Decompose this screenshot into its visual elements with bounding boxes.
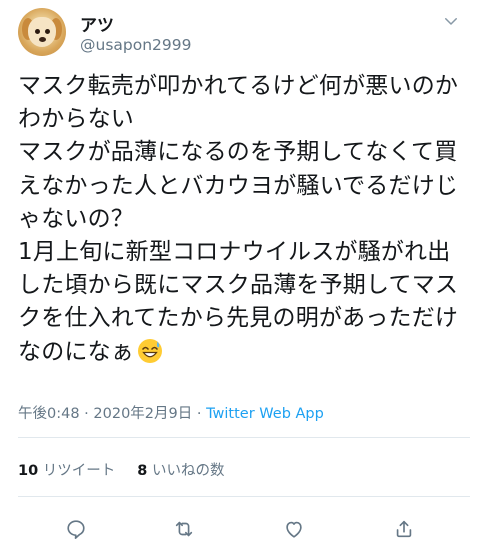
reply-icon[interactable] bbox=[59, 512, 93, 546]
tweet-meta: 午後0:48 · 2020年2月9日 · Twitter Web App bbox=[18, 402, 324, 423]
retweets-stat[interactable]: 10 リツイート bbox=[18, 463, 115, 479]
retweets-label: リツイート bbox=[42, 463, 116, 479]
divider bbox=[18, 437, 470, 438]
likes-stat[interactable]: 8 いいねの数 bbox=[137, 463, 224, 479]
timestamp[interactable]: 午後0:48 · 2020年2月9日 · bbox=[18, 406, 206, 422]
like-icon[interactable] bbox=[277, 512, 311, 546]
retweet-icon[interactable] bbox=[167, 512, 201, 546]
likes-label: いいねの数 bbox=[152, 463, 225, 479]
tweet-body: マスク転売が叩かれてるけど何が悪いのかわからない マスクが品薄になるのを予期して… bbox=[18, 73, 459, 365]
chevron-down-icon[interactable] bbox=[442, 12, 460, 30]
user-handle[interactable]: @usapon2999 bbox=[80, 36, 192, 54]
likes-count: 8 bbox=[137, 463, 148, 479]
tweet-stats: 10 リツイート 8 いいねの数 bbox=[18, 459, 225, 480]
divider bbox=[18, 496, 470, 497]
retweets-count: 10 bbox=[18, 463, 39, 479]
avatar[interactable] bbox=[18, 8, 66, 56]
action-bar bbox=[0, 512, 480, 546]
sweat-smile-emoji bbox=[137, 338, 163, 364]
share-icon[interactable] bbox=[387, 512, 421, 546]
source-link[interactable]: Twitter Web App bbox=[206, 406, 324, 422]
tweet-header: アツ @usapon2999 bbox=[18, 8, 468, 60]
display-name[interactable]: アツ bbox=[80, 11, 114, 36]
tweet-text: マスク転売が叩かれてるけど何が悪いのかわからない マスクが品薄になるのを予期して… bbox=[18, 70, 468, 369]
